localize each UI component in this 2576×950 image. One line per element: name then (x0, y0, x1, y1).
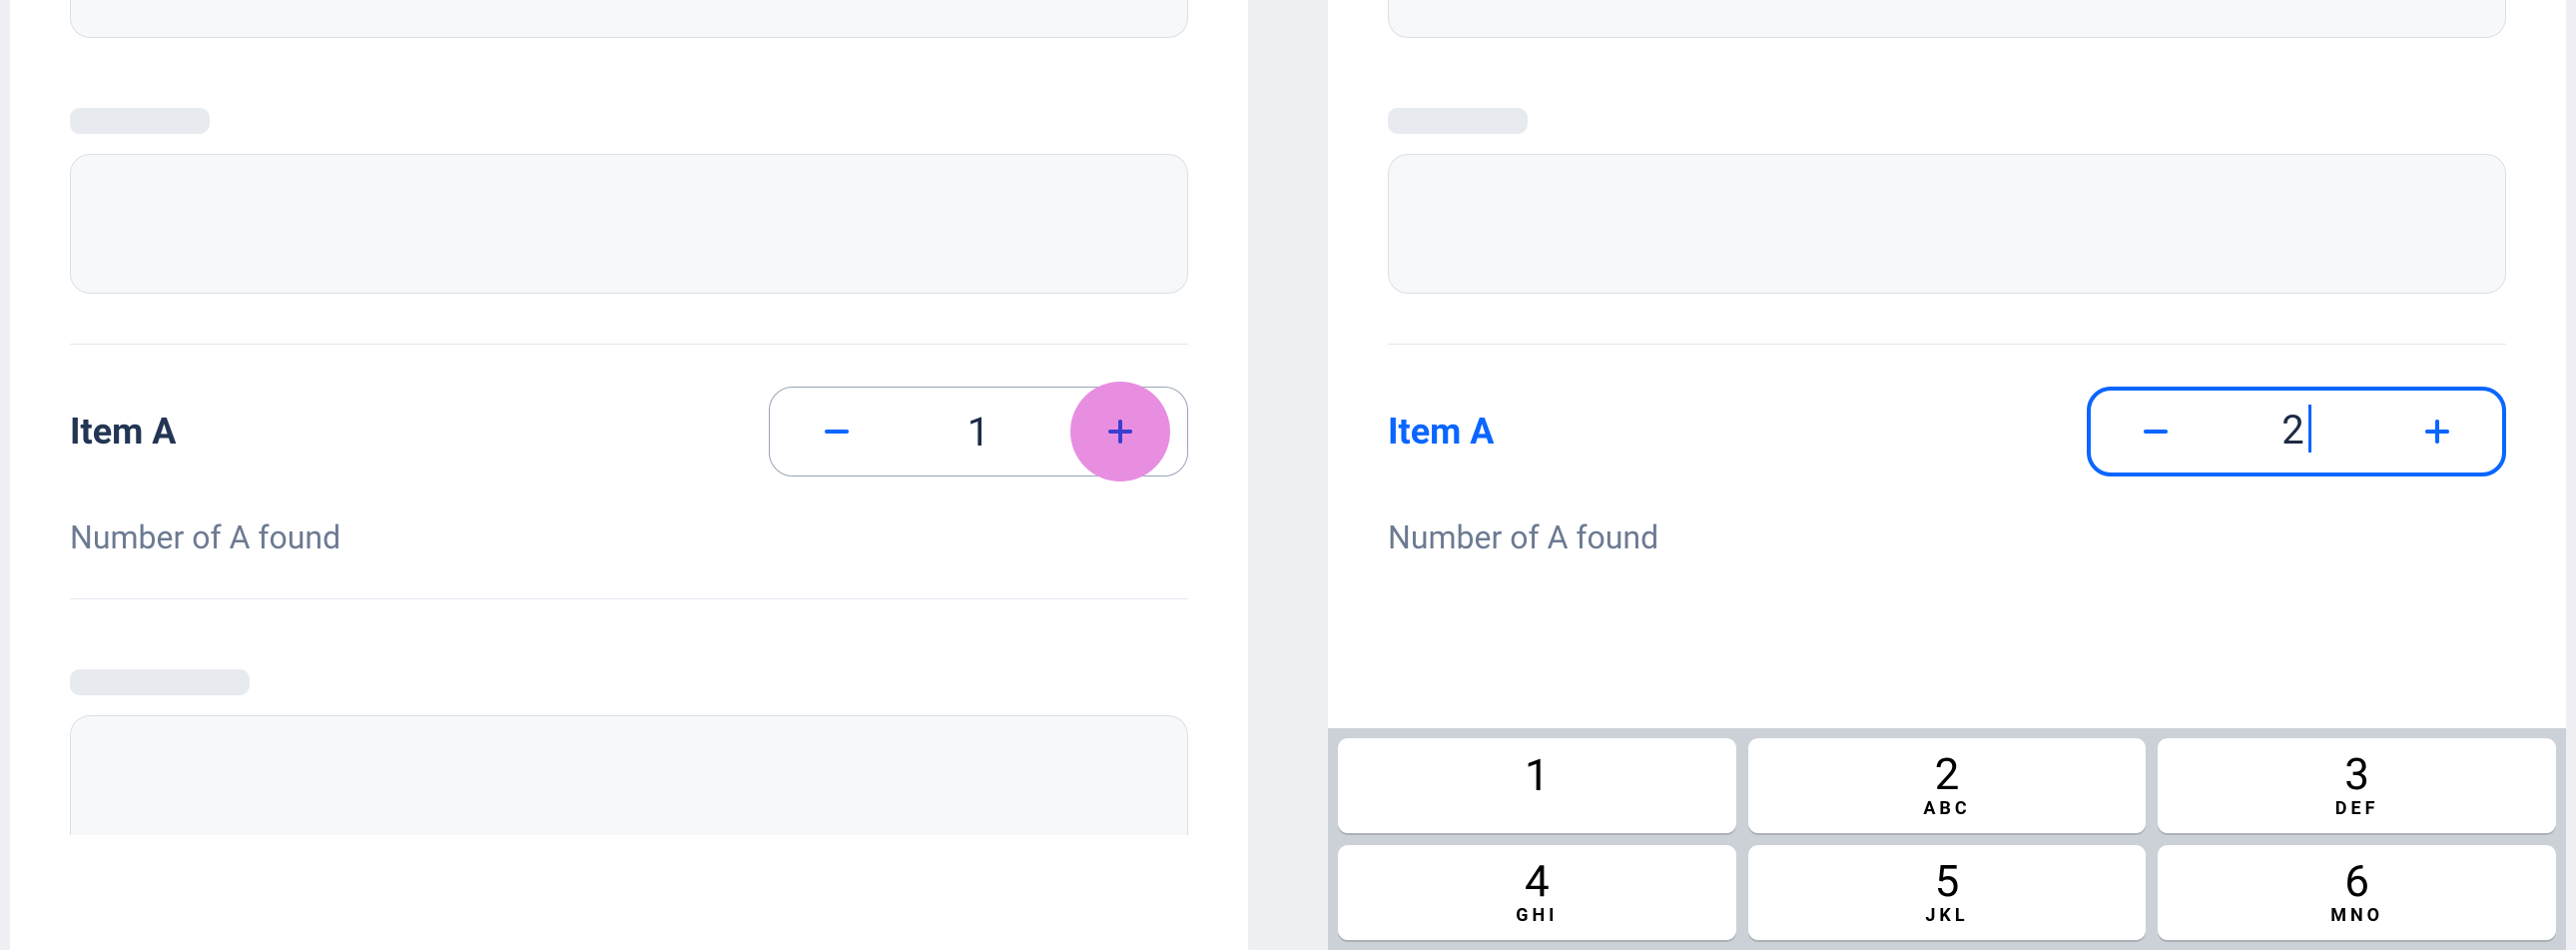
key-letters: GHI (1516, 905, 1558, 926)
key-digit: 3 (2344, 752, 2369, 796)
plus-icon (1102, 414, 1138, 450)
content-right: Item A 2 (1328, 0, 2566, 556)
numeric-keypad: 1 2 ABC 3 DEF 4 GHI 5 JKL 6 MNO (1328, 728, 2566, 950)
screen-left: Item A 1 (10, 0, 1248, 950)
keypad-key-2[interactable]: 2 ABC (1748, 738, 2147, 833)
key-letters: ABC (1923, 798, 1970, 819)
key-letters: DEF (2335, 798, 2379, 819)
increment-button[interactable] (2402, 397, 2472, 467)
text-cursor (2308, 405, 2311, 453)
skeleton-textarea (1388, 154, 2506, 294)
plus-icon (2419, 414, 2455, 450)
key-letters: JKL (1925, 905, 1968, 926)
skeleton-textarea (70, 715, 1188, 835)
keypad-key-5[interactable]: 5 JKL (1748, 845, 2147, 940)
decrement-button[interactable] (802, 397, 872, 467)
item-subtext: Number of A found (70, 518, 1188, 556)
quantity-stepper[interactable]: 1 (769, 387, 1188, 476)
item-label: Item A (1388, 411, 1494, 453)
keypad-key-3[interactable]: 3 DEF (2158, 738, 2556, 833)
keypad-key-6[interactable]: 6 MNO (2158, 845, 2556, 940)
stepper-value[interactable]: 2 (2191, 407, 2402, 457)
stepper-value[interactable]: 1 (872, 409, 1085, 456)
skeleton-label (70, 108, 210, 134)
minus-icon (2138, 414, 2174, 450)
stepper-value-text: 2 (2281, 407, 2303, 454)
item-row: Item A 1 (70, 345, 1188, 476)
screen-right: Item A 2 (1328, 0, 2566, 950)
skeleton-label (70, 669, 250, 695)
item-label: Item A (70, 411, 176, 453)
decrement-button[interactable] (2121, 397, 2191, 467)
skeleton-input-top (70, 0, 1188, 38)
skeleton-textarea (70, 154, 1188, 294)
skeleton-input-top (1388, 0, 2506, 38)
key-digit: 5 (1935, 859, 1960, 903)
item-row: Item A 2 (1388, 345, 2506, 476)
divider (70, 598, 1188, 599)
increment-button[interactable] (1085, 397, 1155, 467)
key-digit: 4 (1525, 859, 1550, 903)
skeleton-label (1388, 108, 1528, 134)
key-letters: MNO (2330, 905, 2383, 926)
content-left: Item A 1 (10, 0, 1248, 835)
key-digit: 1 (1525, 753, 1550, 797)
key-digit: 2 (1935, 752, 1960, 796)
keypad-key-1[interactable]: 1 (1338, 738, 1736, 833)
keypad-key-4[interactable]: 4 GHI (1338, 845, 1736, 940)
item-subtext: Number of A found (1388, 518, 2506, 556)
minus-icon (819, 414, 855, 450)
key-digit: 6 (2344, 859, 2369, 903)
quantity-stepper[interactable]: 2 (2087, 387, 2506, 476)
